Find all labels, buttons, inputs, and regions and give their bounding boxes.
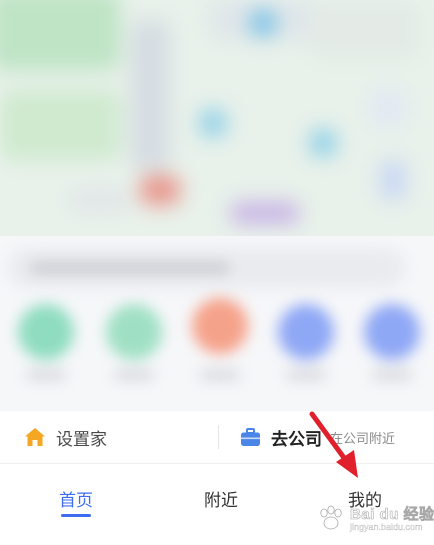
search-bar[interactable] (8, 248, 406, 288)
go-to-company-button[interactable]: 去公司 在公司附近 (240, 423, 395, 451)
nav-tab-mine[interactable]: 我的 (320, 486, 410, 511)
shortcut-circle-1[interactable] (18, 304, 74, 360)
shortcut-circle-3[interactable] (192, 298, 248, 354)
shortcut-circle-5[interactable] (364, 304, 420, 360)
shortcut-label-4 (286, 370, 326, 380)
company-nearby-hint: 在公司附近 (330, 430, 396, 446)
map-blur-layer (0, 0, 434, 240)
shortcut-label-2 (114, 370, 154, 380)
panel-blur-layer (0, 236, 434, 411)
shortcut-label-1 (26, 370, 66, 380)
go-to-company-label: 去公司 (271, 429, 322, 449)
shortcut-label-5 (372, 370, 412, 380)
briefcase-icon (241, 427, 260, 446)
home-company-row: 设置家 去公司 在公司附近 (0, 411, 434, 464)
set-home-label: 设置家 (56, 429, 107, 449)
shortcut-circle-4[interactable] (278, 304, 334, 360)
shortcut-label-3 (200, 370, 240, 380)
nav-tab-nearby[interactable]: 附近 (176, 486, 266, 511)
bottom-navigation: 首页 附近 我的 (0, 464, 434, 545)
search-placeholder (30, 262, 230, 274)
nav-tab-home[interactable]: 首页 (31, 486, 121, 511)
map-view[interactable] (0, 0, 434, 240)
quick-access-panel (0, 236, 434, 411)
house-icon (25, 428, 45, 446)
nav-active-indicator (61, 514, 91, 517)
set-home-button[interactable]: 设置家 (24, 423, 107, 451)
shortcut-circle-2[interactable] (106, 304, 162, 360)
shortcut-divider (218, 425, 219, 449)
